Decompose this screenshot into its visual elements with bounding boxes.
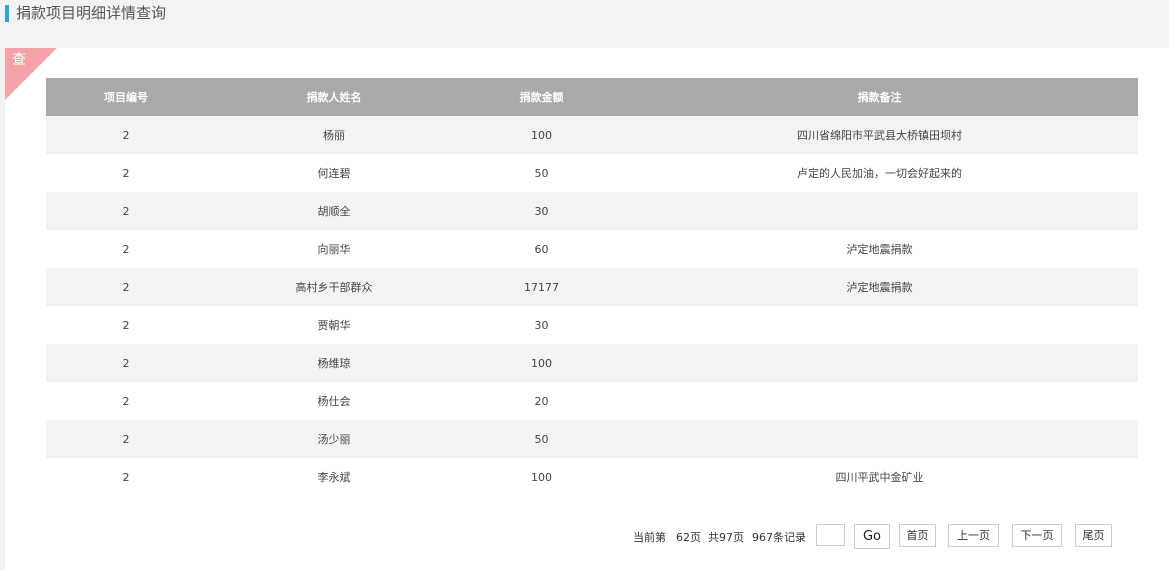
cell-remark [621,344,1138,382]
title-accent-bar [5,5,9,22]
cell-remark [621,306,1138,344]
cell-donor-name: 胡顺全 [206,192,462,230]
pager-current-label: 当前第 [633,531,666,544]
cell-project-id: 2 [46,420,206,458]
cell-donor-name: 李永斌 [206,458,462,496]
table-row: 2 何连碧 50 卢定的人民加油，一切会好起来的 [46,154,1138,192]
cell-donor-name: 杨仕会 [206,382,462,420]
cell-donor-name: 高村乡干部群众 [206,268,462,306]
table-body: 2 杨丽 100 四川省绵阳市平武县大桥镇田坝村 2 何连碧 50 卢定的人民加… [46,116,1138,496]
page-number-input[interactable] [816,524,845,546]
table-row: 2 杨丽 100 四川省绵阳市平武县大桥镇田坝村 [46,116,1138,154]
header-remark: 捐款备注 [621,78,1138,116]
table-row: 2 向丽华 60 泸定地震捐款 [46,230,1138,268]
cell-amount: 20 [462,382,621,420]
first-page-button[interactable]: 首页 [899,524,936,547]
cell-remark: 四川省绵阳市平武县大桥镇田坝村 [621,116,1138,154]
cell-donor-name: 贾朝华 [206,306,462,344]
table-row: 2 杨维琼 100 [46,344,1138,382]
cell-remark: 四川平武中金矿业 [621,458,1138,496]
cell-donor-name: 汤少丽 [206,420,462,458]
corner-ribbon-label: 查 [12,52,26,68]
pager-current-page: 62页 [676,531,701,544]
cell-donor-name: 杨丽 [206,116,462,154]
table-row: 2 高村乡干部群众 17177 泸定地震捐款 [46,268,1138,306]
go-button[interactable]: Go [854,524,890,549]
cell-donor-name: 杨维琼 [206,344,462,382]
cell-amount: 17177 [462,268,621,306]
pager-total-records: 967条记录 [752,531,806,544]
donation-table: 项目编号 捐款人姓名 捐款金额 捐款备注 2 杨丽 100 四川省绵阳市平武县大… [46,78,1138,496]
cell-project-id: 2 [46,230,206,268]
cell-amount: 30 [462,192,621,230]
prev-page-button[interactable]: 上一页 [948,524,999,547]
pager-total-pages: 共97页 [708,531,744,544]
table-header-row: 项目编号 捐款人姓名 捐款金额 捐款备注 [46,78,1138,116]
table-row: 2 贾朝华 30 [46,306,1138,344]
cell-amount: 30 [462,306,621,344]
content-panel: 查 项目编号 捐款人姓名 捐款金额 捐款备注 2 杨丽 100 四川省绵阳市平武… [5,48,1169,570]
cell-amount: 60 [462,230,621,268]
cell-project-id: 2 [46,344,206,382]
cell-remark [621,192,1138,230]
cell-amount: 50 [462,154,621,192]
page-title: 捐款项目明细详情查询 [16,4,167,22]
cell-project-id: 2 [46,382,206,420]
cell-project-id: 2 [46,192,206,230]
cell-remark [621,382,1138,420]
cell-remark [621,420,1138,458]
cell-donor-name: 何连碧 [206,154,462,192]
cell-amount: 100 [462,458,621,496]
cell-project-id: 2 [46,154,206,192]
cell-project-id: 2 [46,116,206,154]
table-row: 2 杨仕会 20 [46,382,1138,420]
cell-project-id: 2 [46,458,206,496]
cell-donor-name: 向丽华 [206,230,462,268]
header-project-id: 项目编号 [46,78,206,116]
cell-remark: 泸定地震捐款 [621,230,1138,268]
cell-amount: 100 [462,116,621,154]
next-page-button[interactable]: 下一页 [1012,524,1062,547]
cell-project-id: 2 [46,268,206,306]
table-row: 2 胡顺全 30 [46,192,1138,230]
header-amount: 捐款金额 [462,78,621,116]
cell-amount: 100 [462,344,621,382]
title-bar: 捐款项目明细详情查询 [0,0,1169,30]
cell-remark: 泸定地震捐款 [621,268,1138,306]
cell-remark: 卢定的人民加油，一切会好起来的 [621,154,1138,192]
pagination: 当前第 62页 共97页 967条记录 Go 首页 上一页 下一页 尾页 [5,524,1169,550]
last-page-button[interactable]: 尾页 [1075,524,1112,547]
table-row: 2 李永斌 100 四川平武中金矿业 [46,458,1138,496]
cell-amount: 50 [462,420,621,458]
header-donor-name: 捐款人姓名 [206,78,462,116]
cell-project-id: 2 [46,306,206,344]
table-row: 2 汤少丽 50 [46,420,1138,458]
